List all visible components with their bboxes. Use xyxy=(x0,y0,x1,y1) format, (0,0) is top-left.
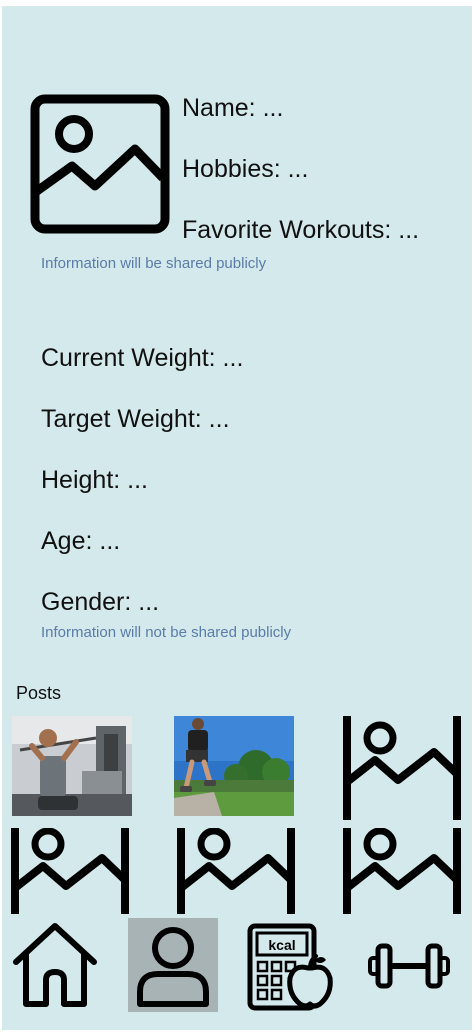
current-weight-field: Current Weight: ... xyxy=(41,344,244,372)
post-photo-running[interactable] xyxy=(174,716,294,816)
age-field: Age: ... xyxy=(41,527,121,555)
hobbies-field: Hobbies: ... xyxy=(182,155,309,183)
post-placeholder-icon[interactable] xyxy=(342,716,462,820)
profile-screen: Name: ... Hobbies: ... Favorite Workouts… xyxy=(2,6,472,1030)
nav-home-button[interactable] xyxy=(10,918,100,1012)
post-photo-gym[interactable] xyxy=(12,716,132,816)
nav-profile-button[interactable] xyxy=(128,918,218,1012)
private-info-note: Information will not be shared publicly xyxy=(41,624,292,641)
gender-field: Gender: ... xyxy=(41,588,160,616)
kcal-label: kcal xyxy=(268,937,295,953)
post-placeholder-icon[interactable] xyxy=(10,828,130,914)
height-field: Height: ... xyxy=(41,466,148,494)
calorie-calculator-icon: kcal xyxy=(247,923,333,1011)
favorite-workouts-field: Favorite Workouts: ... xyxy=(182,216,420,244)
dumbbell-icon xyxy=(368,943,450,989)
nav-calorie-calculator-button[interactable]: kcal xyxy=(246,918,336,1012)
profile-image-placeholder-icon[interactable] xyxy=(30,94,170,234)
public-info-note: Information will be shared publicly xyxy=(41,255,267,272)
home-icon xyxy=(13,923,97,1007)
nav-workouts-button[interactable] xyxy=(364,918,454,1012)
post-placeholder-icon[interactable] xyxy=(342,828,462,914)
profile-icon xyxy=(137,927,209,1007)
name-field: Name: ... xyxy=(182,94,284,122)
target-weight-field: Target Weight: ... xyxy=(41,405,230,433)
post-placeholder-icon[interactable] xyxy=(176,828,296,914)
posts-heading: Posts xyxy=(16,683,62,703)
